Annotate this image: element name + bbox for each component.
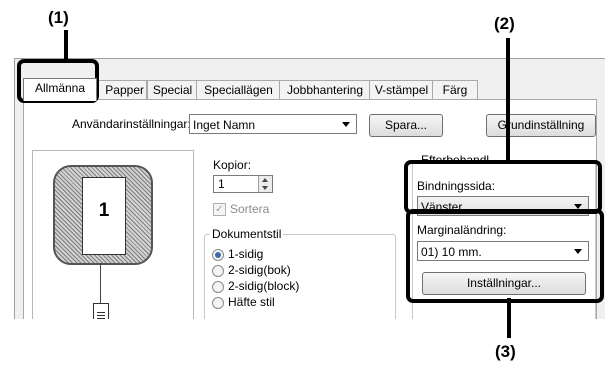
paper-frame: 1 — [53, 165, 153, 265]
arrow-down-icon — [262, 186, 268, 190]
callout-1-leader — [64, 30, 68, 60]
radio-2-sided-tablet[interactable] — [212, 281, 224, 293]
tab-general[interactable]: Allmänna — [23, 78, 97, 101]
tab-strip: Allmänna Papper Special Speciallägen Job… — [23, 78, 583, 101]
callout-3: (3) — [495, 342, 516, 361]
document-style-label: Dokumentstil — [210, 227, 284, 241]
radio-booklet-label: Häfte stil — [228, 295, 275, 309]
user-settings-dropdown[interactable]: Inget Namn — [189, 114, 357, 134]
radio-2-sided-book-label: 2-sidig(bok) — [228, 263, 291, 277]
radio-2-sided-tablet-label: 2-sidig(block) — [228, 279, 300, 293]
copies-value: 1 — [218, 177, 225, 191]
tab-special-modes[interactable]: Speciallägen — [196, 80, 281, 100]
user-settings-value: Inget Namn — [193, 118, 256, 132]
callout-3-highlight — [406, 209, 604, 303]
tab-job-handling[interactable]: Jobbhantering — [279, 80, 371, 100]
output-connector-line — [100, 263, 101, 303]
radio-1-sided[interactable] — [212, 249, 224, 261]
page-number: 1 — [98, 200, 110, 221]
collate-checkbox[interactable]: ✓ — [213, 203, 226, 216]
chevron-down-icon — [342, 122, 350, 127]
tab-special[interactable]: Special — [147, 80, 198, 100]
callout-3-leader — [507, 298, 511, 338]
document-icon — [93, 303, 109, 319]
radio-booklet[interactable] — [212, 297, 224, 309]
paper-sheet: 1 — [82, 177, 126, 255]
arrow-up-icon — [262, 178, 268, 182]
tab-color[interactable]: Färg — [432, 80, 478, 100]
radio-1-sided-label: 1-sidig — [228, 247, 264, 261]
copies-stepper[interactable]: 1 — [213, 175, 273, 193]
user-settings-label: Användarinställningar: — [72, 117, 191, 131]
callout-2: (2) — [494, 14, 515, 33]
save-button[interactable]: Spara... — [369, 114, 443, 137]
callout-2-highlight — [404, 160, 602, 214]
defaults-button[interactable]: Grundinställning — [486, 114, 596, 137]
radio-2-sided-book[interactable] — [212, 265, 224, 277]
callout-1: (1) — [48, 8, 69, 27]
preview-area: 1 — [32, 150, 194, 319]
callout-2-leader — [506, 38, 510, 161]
tab-watermark[interactable]: V-stämpel — [369, 80, 434, 100]
collate-label: Sortera — [230, 202, 270, 216]
tab-paper[interactable]: Papper — [95, 80, 147, 99]
stepper-arrows[interactable] — [258, 176, 272, 192]
copies-label: Kopior: — [213, 158, 252, 172]
